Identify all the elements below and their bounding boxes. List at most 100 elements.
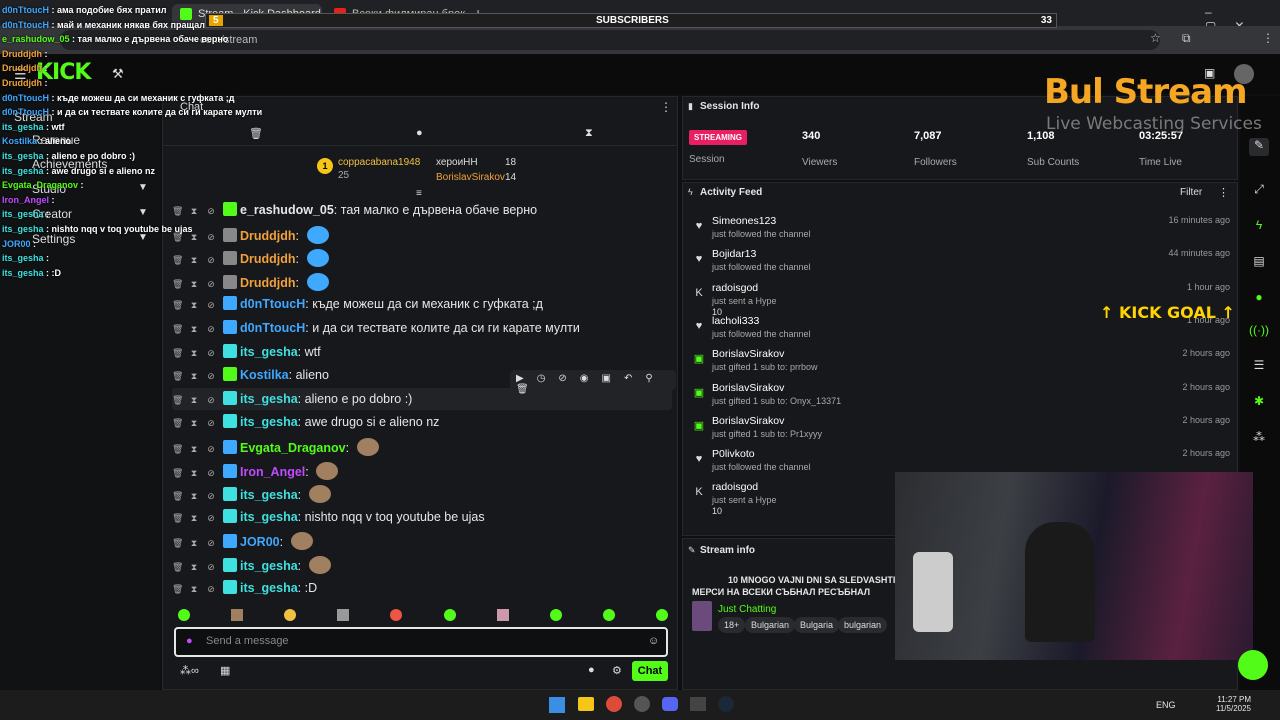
delete-icon[interactable]: 🗑 xyxy=(172,255,183,265)
event-user[interactable]: P0livkoto xyxy=(712,448,755,460)
ban-icon[interactable]: ⊘ xyxy=(206,468,216,478)
chat-username[interactable]: Kostilka xyxy=(240,368,289,382)
chat-message[interactable]: 🗑 ⧗ ⊘ its_gesha: wtf xyxy=(172,341,672,363)
timeout-icon[interactable]: ⧗ xyxy=(189,491,199,501)
chat-username[interactable]: Druddjdh xyxy=(240,229,296,243)
settings-gear-icon[interactable]: ⚙ xyxy=(612,664,622,677)
edit-icon[interactable]: ✎ xyxy=(1249,138,1269,156)
event-user[interactable]: BorislavSirakov xyxy=(712,348,784,360)
tag-bulgarian[interactable]: Bulgarian xyxy=(745,617,796,633)
chat-username[interactable]: Iron_Angel xyxy=(240,465,305,479)
category-name[interactable]: Just Chatting xyxy=(718,604,776,615)
tag-bulgaria[interactable]: Bulgaria xyxy=(794,617,840,633)
chat-username[interactable]: Evgata_Draganov xyxy=(240,441,346,455)
ban-icon[interactable]: ⊘ xyxy=(206,255,216,265)
delete-icon[interactable]: 🗑 xyxy=(172,348,183,358)
timeout-icon[interactable]: ⧗ xyxy=(189,395,199,405)
terminal-icon[interactable] xyxy=(690,697,706,711)
category-thumbnail[interactable] xyxy=(692,601,712,631)
delete-icon[interactable]: 🗑 xyxy=(172,468,183,478)
send-chat-button[interactable]: Chat xyxy=(632,661,668,681)
chat-username[interactable]: its_gesha xyxy=(240,510,298,524)
chat-icon[interactable]: ● xyxy=(1249,290,1269,308)
emote-icon[interactable] xyxy=(496,609,509,621)
hourglass-icon[interactable]: ⧗ xyxy=(585,127,593,140)
kick-float-icon[interactable] xyxy=(1238,650,1268,680)
chat-message[interactable]: 🗑 ⧗ ⊘ Evgata_Draganov: xyxy=(172,435,672,457)
chat-username[interactable]: Druddjdh xyxy=(240,252,296,266)
chat-message[interactable]: 🗑 ⧗ ⊘ its_gesha: nishto nqq v toq youtube b… xyxy=(172,506,672,528)
leaderboard-name[interactable]: coppacabana1948 xyxy=(338,157,420,168)
chat-message[interactable]: 🗑 ⧗ ⊘ JOR00: xyxy=(172,529,672,551)
bookmark-star-icon[interactable]: ☆ xyxy=(1150,31,1161,45)
wrench-icon[interactable]: ✱ xyxy=(1249,394,1269,412)
timeout-icon[interactable]: ⧗ xyxy=(189,584,199,594)
event-user[interactable]: radoisgod xyxy=(712,481,758,493)
delete-icon[interactable]: 🗑 xyxy=(172,371,183,381)
event-user[interactable]: Bojidar13 xyxy=(712,248,756,260)
chat-username[interactable]: its_gesha xyxy=(240,581,298,595)
timeout-icon[interactable]: ⧗ xyxy=(189,255,199,265)
chat-username[interactable]: its_gesha xyxy=(240,392,298,406)
message-actions-bar[interactable]: ▶◷⊘◉▣↶⚲🗑 xyxy=(510,370,676,395)
chat-username[interactable]: e_rashudow_05 xyxy=(240,203,334,217)
ban-icon[interactable]: ⊘ xyxy=(206,538,216,548)
activity-event[interactable]: ▣ BorislavSirakov just gifted 1 sub to: Pr… xyxy=(690,415,1230,448)
tag-18plus[interactable]: 18+ xyxy=(718,617,746,633)
delete-icon[interactable]: 🗑 xyxy=(172,324,183,334)
delete-icon[interactable]: 🗑 xyxy=(172,562,183,572)
ban-icon[interactable]: ⊘ xyxy=(206,371,216,381)
obs-icon[interactable] xyxy=(634,696,650,712)
ban-icon[interactable]: ⊘ xyxy=(206,300,216,310)
hammer-icon[interactable]: ⚒ xyxy=(112,66,124,82)
emote-icon[interactable] xyxy=(655,609,668,621)
chat-username[interactable]: its_gesha xyxy=(240,345,298,359)
emote-icon[interactable] xyxy=(549,609,562,621)
chat-message[interactable]: 🗑 ⧗ ⊘ Druddjdh: xyxy=(172,270,672,292)
ban-icon[interactable]: ⊘ xyxy=(206,491,216,501)
emote-icon[interactable] xyxy=(390,609,403,621)
ban-icon[interactable]: ⊘ xyxy=(206,395,216,405)
ban-icon[interactable]: ⊘ xyxy=(206,513,216,523)
leaderboard-name[interactable]: хероиНН xyxy=(436,157,478,168)
windows-start-icon[interactable] xyxy=(549,697,565,713)
chat-message[interactable]: 🗑 ⧗ ⊘ Druddjdh: xyxy=(172,223,672,245)
expand-icon[interactable]: ≡ xyxy=(416,188,422,199)
delete-icon[interactable]: 🗑 xyxy=(172,538,183,548)
trash-icon[interactable]: 🗑 xyxy=(249,127,263,140)
ban-icon[interactable]: ⊘ xyxy=(206,232,216,242)
chat-username[interactable]: d0nTtoucH xyxy=(240,297,305,311)
activity-event[interactable]: ▣ BorislavSirakov just gifted 1 sub to: On… xyxy=(690,382,1230,415)
chat-bubble-icon[interactable]: ● xyxy=(588,664,595,676)
chat-message[interactable]: 🗑 ⧗ ⊘ Iron_Angel: xyxy=(172,459,672,481)
timeout-icon[interactable]: ⧗ xyxy=(189,562,199,572)
chat-username[interactable]: its_gesha xyxy=(240,488,298,502)
store-icon[interactable]: ▦ xyxy=(220,664,230,677)
activity-event[interactable]: ▣ BorislavSirakov just gifted 1 sub to: pr… xyxy=(690,348,1230,381)
delete-icon[interactable]: 🗑 xyxy=(172,491,183,501)
expand-icon[interactable]: ⤢ xyxy=(1249,182,1269,200)
chat-message[interactable]: 🗑 ⧗ ⊘ its_gesha: xyxy=(172,553,672,575)
leaderboard-name[interactable]: BorislavSirakov xyxy=(436,172,505,183)
event-user[interactable]: BorislavSirakov xyxy=(712,382,784,394)
delete-icon[interactable]: 🗑 xyxy=(172,513,183,523)
chat-menu-icon[interactable]: ⋮ xyxy=(660,100,672,114)
event-user[interactable]: lacholi333 xyxy=(712,315,759,327)
emote-icon[interactable] xyxy=(337,609,350,621)
activity-menu-icon[interactable]: ⋮ xyxy=(1218,186,1229,199)
timeout-icon[interactable]: ⧗ xyxy=(189,418,199,428)
delete-icon[interactable]: 🗑 xyxy=(172,418,183,428)
timeout-icon[interactable]: ⧗ xyxy=(189,279,199,289)
chat-username[interactable]: d0nTtoucH xyxy=(240,321,305,335)
layers-icon[interactable]: ☰ xyxy=(1249,358,1269,376)
broadcast-icon[interactable]: ((·)) xyxy=(1249,323,1269,341)
delete-icon[interactable]: 🗑 xyxy=(172,444,183,454)
ban-icon[interactable]: ⊘ xyxy=(206,348,216,358)
ban-icon[interactable]: ⊘ xyxy=(206,206,216,216)
ban-icon[interactable]: ⊘ xyxy=(206,418,216,428)
clock[interactable]: 11:27 PM 11/5/2025 xyxy=(1216,695,1251,713)
activity-event[interactable]: ♥ Bojidar13 just followed the channel 44 mi… xyxy=(690,248,1230,281)
delete-icon[interactable]: 🗑 xyxy=(172,300,183,310)
discord-icon[interactable] xyxy=(662,697,678,711)
chat-message[interactable]: 🗑 ⧗ ⊘ Druddjdh: xyxy=(172,246,672,268)
